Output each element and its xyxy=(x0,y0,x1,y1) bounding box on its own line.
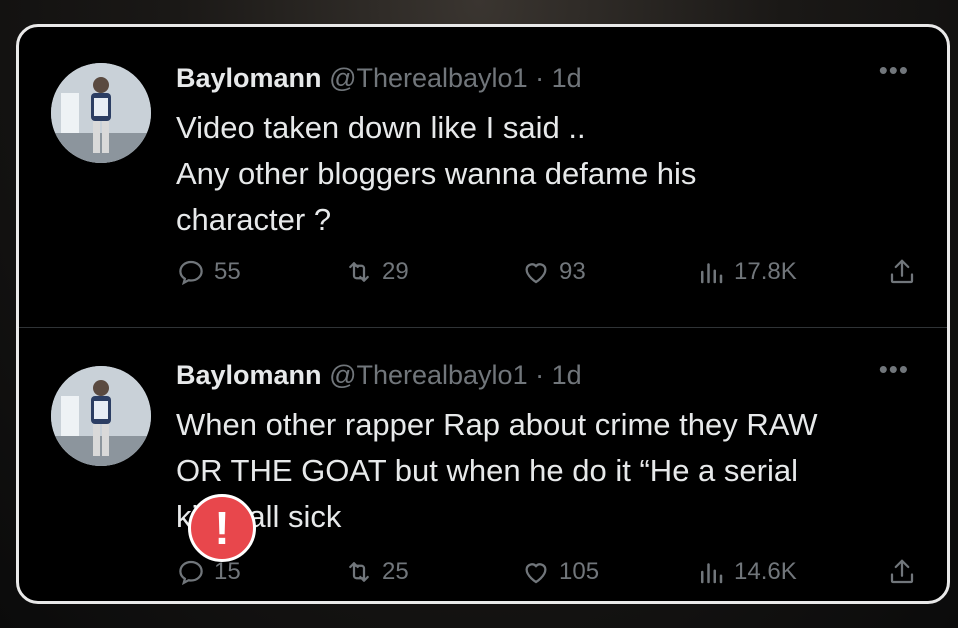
reply-icon xyxy=(179,560,203,586)
analytics-icon xyxy=(701,263,723,284)
views-button[interactable]: 17.8K xyxy=(696,257,797,287)
reply-button[interactable]: 55 xyxy=(176,257,241,287)
share-button[interactable] xyxy=(887,557,917,587)
tweet-header: Baylomann @Therealbaylo1 · 1d xyxy=(176,360,582,391)
reply-count: 55 xyxy=(214,258,241,285)
view-count: 14.6K xyxy=(734,558,797,585)
display-name[interactable]: Baylomann xyxy=(176,63,322,93)
like-count: 105 xyxy=(559,558,600,585)
like-count: 93 xyxy=(559,258,586,285)
reply-icon xyxy=(179,260,203,286)
timestamp[interactable]: · 1d xyxy=(535,360,582,390)
divider xyxy=(19,327,947,328)
like-button[interactable]: 105 xyxy=(521,557,599,587)
view-count: 17.8K xyxy=(734,258,797,285)
tweet-text: Video taken down like I said .. Any othe… xyxy=(176,110,697,237)
more-options-icon[interactable]: ••• xyxy=(879,55,909,86)
avatar[interactable] xyxy=(51,63,151,163)
share-button[interactable] xyxy=(887,257,917,287)
analytics-icon xyxy=(701,563,723,584)
handle[interactable]: @Therealbaylo1 xyxy=(329,63,528,93)
retweet-button[interactable]: 25 xyxy=(344,557,409,587)
heart-icon xyxy=(525,563,547,584)
retweet-button[interactable]: 29 xyxy=(344,257,409,287)
retweet-count: 25 xyxy=(382,558,409,585)
reply-button[interactable]: 15 xyxy=(176,557,241,587)
handle[interactable]: @Therealbaylo1 xyxy=(329,360,528,390)
tweet-actions: 15 25 105 14.6K xyxy=(176,557,917,597)
tweet-actions: 55 29 93 17.8K xyxy=(176,257,917,297)
retweet-icon xyxy=(349,262,369,282)
tweet-2[interactable]: Baylomann @Therealbaylo1 · 1d ••• When o… xyxy=(19,330,947,601)
heart-icon xyxy=(525,263,547,284)
tweet-header: Baylomann @Therealbaylo1 · 1d xyxy=(176,63,582,94)
avatar[interactable] xyxy=(51,366,151,466)
views-button[interactable]: 14.6K xyxy=(696,557,797,587)
tweet-1[interactable]: Baylomann @Therealbaylo1 · 1d ••• Video … xyxy=(19,27,947,327)
reply-count: 15 xyxy=(214,558,241,585)
display-name[interactable]: Baylomann xyxy=(176,360,322,390)
avatar-photo-icon xyxy=(51,366,151,466)
tweet-text: When other rapper Rap about crime they R… xyxy=(176,407,818,534)
timestamp[interactable]: · 1d xyxy=(535,63,582,93)
share-icon xyxy=(890,559,914,584)
like-button[interactable]: 93 xyxy=(521,257,586,287)
avatar-photo-icon xyxy=(51,63,151,163)
retweet-count: 29 xyxy=(382,258,409,285)
alert-icon: ! xyxy=(188,494,256,562)
tweet-card: Baylomann @Therealbaylo1 · 1d ••• Video … xyxy=(16,24,950,604)
share-icon xyxy=(890,259,914,284)
retweet-icon xyxy=(349,562,369,582)
more-options-icon[interactable]: ••• xyxy=(879,354,909,385)
